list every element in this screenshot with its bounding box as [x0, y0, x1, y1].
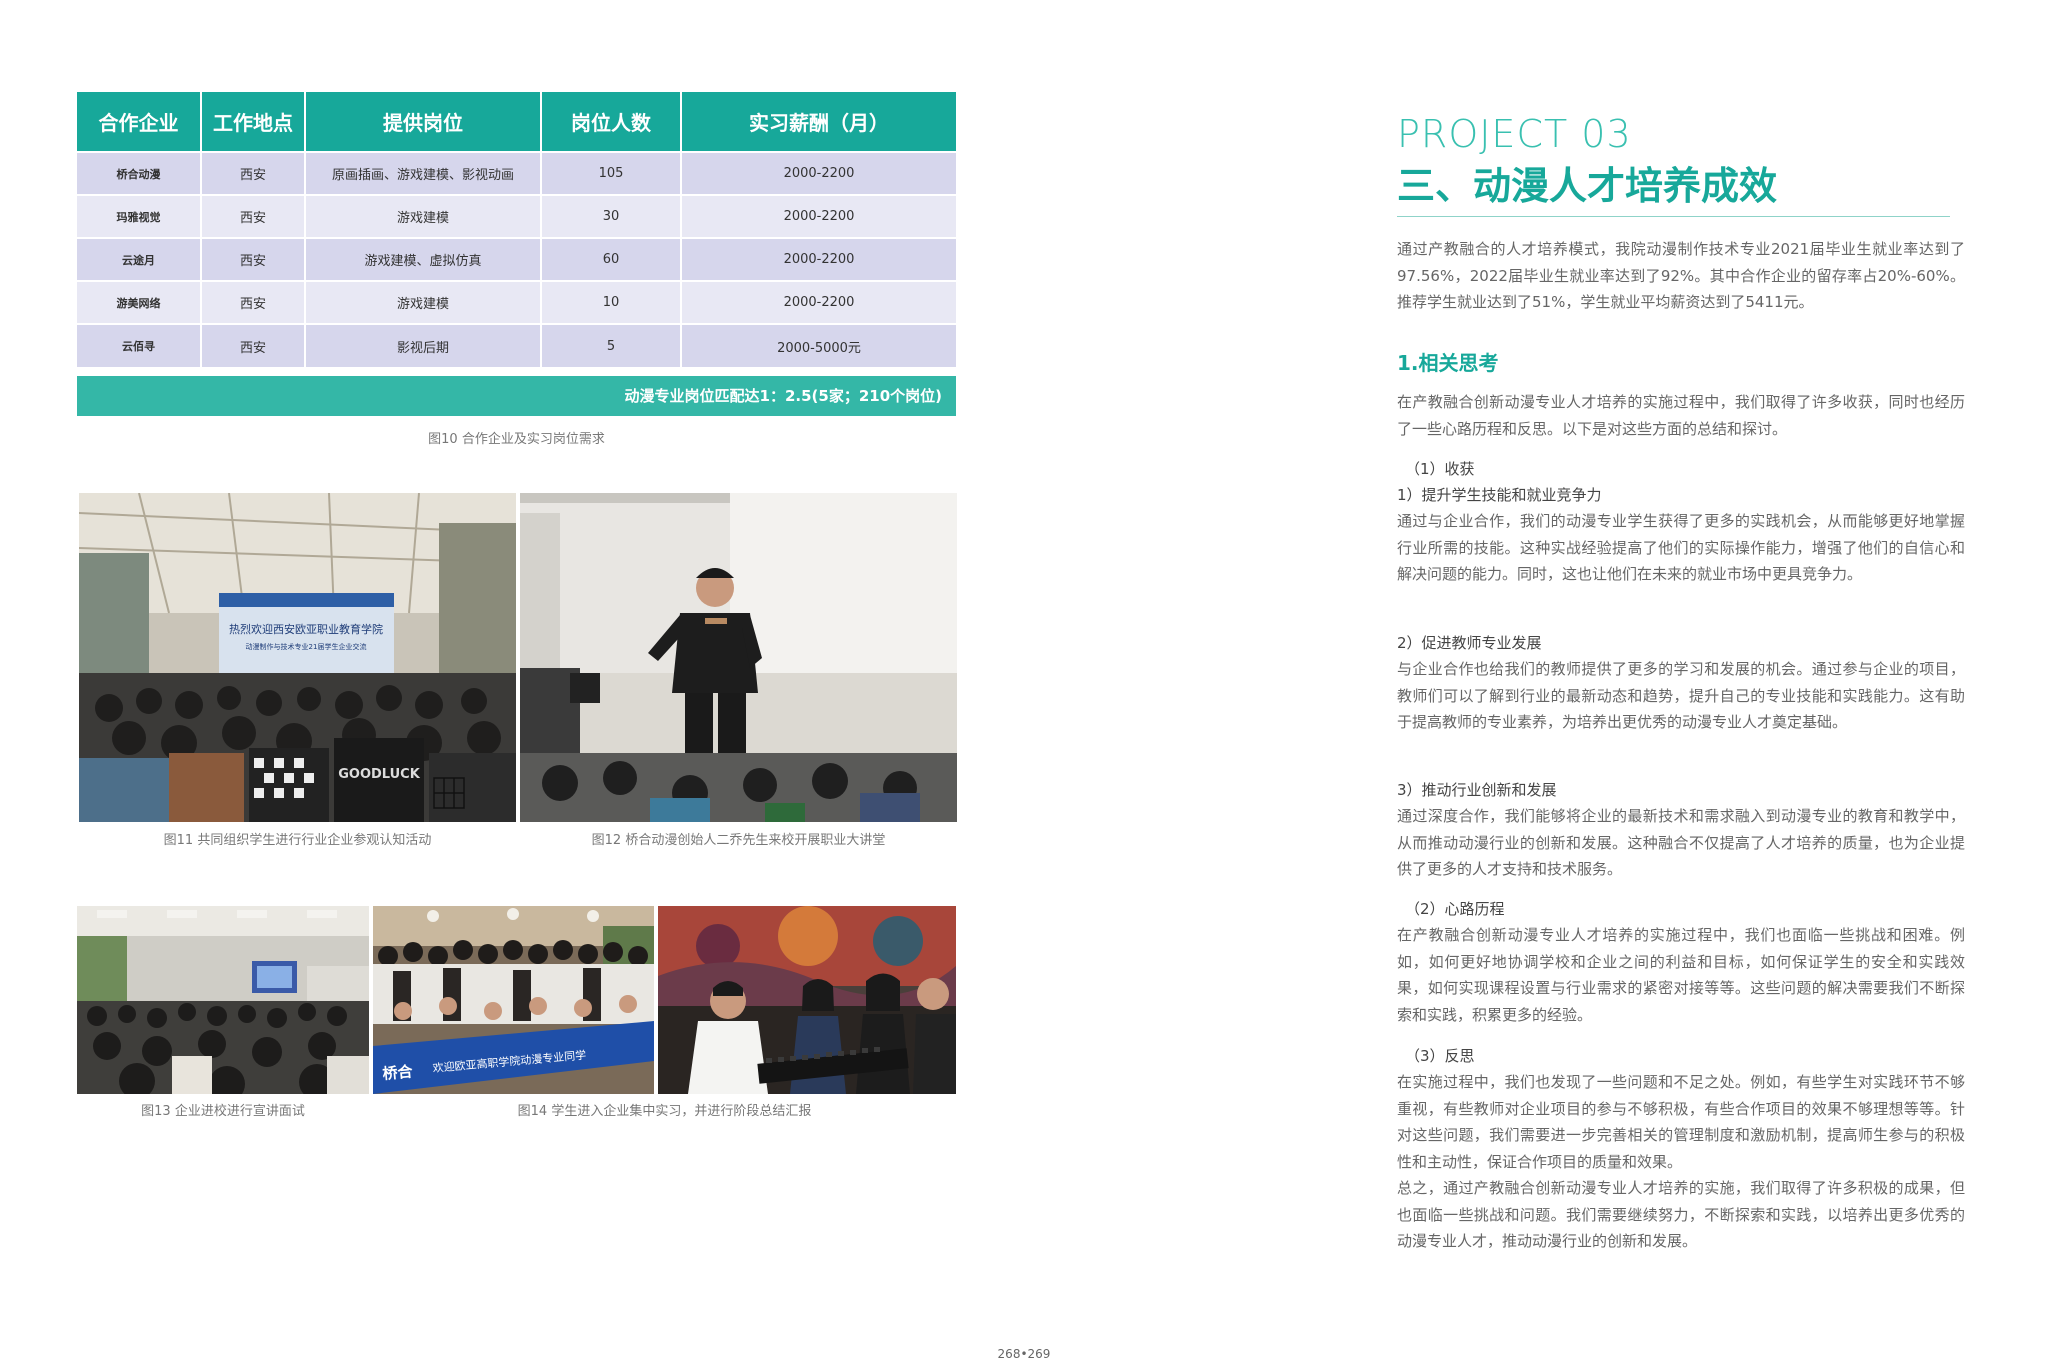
table-cell: 原画插画、游戏建模、影视动画 — [305, 151, 542, 195]
photo-banner-text: 热烈欢迎西安欧亚职业教育学院 — [229, 622, 383, 636]
table-cell: 2000-2200 — [681, 151, 956, 195]
table-row: 玛雅视觉 西安 游戏建模 30 2000-2200 — [77, 194, 956, 238]
summary-paragraph: 总之，通过产教融合创新动漫专业人才培养的实施，我们取得了许多积极的成果，但也面临… — [1397, 1179, 1965, 1250]
table-cell: 2000-2200 — [681, 194, 956, 238]
figure-caption: 图13 企业进校进行宣讲面试 — [141, 1104, 305, 1119]
figure-caption: 图14 学生进入企业集中实习，并进行阶段总结汇报 — [517, 1104, 812, 1119]
section-title: 三、动漫人才培养成效 — [1397, 164, 1778, 208]
table-cell: 西安 — [201, 280, 306, 324]
table-header-cell: 岗位人数 — [541, 92, 682, 152]
body-paragraph: 在产教融合创新动漫专业人才培养的实施过程中，我们也面临一些挑战和困难。例如，如何… — [1397, 926, 1965, 1024]
intro-paragraph: 通过产教融合的人才培养模式，我院动漫制作技术专业2021届毕业生就业率达到了97… — [1397, 240, 1965, 311]
table-header-cell: 提供岗位 — [305, 92, 542, 152]
body-paragraph: 在产教融合创新动漫专业人才培养的实施过程中，我们取得了许多收获，同时也经历了一些… — [1397, 393, 1965, 438]
body-paragraph: 通过深度合作，我们能够将企业的最新技术和需求融入到动漫专业的教育和教学中，从而推… — [1397, 807, 1965, 878]
body-paragraph: 在实施过程中，我们也发现了一些问题和不足之处。例如，有些学生对实践环节不够重视，… — [1397, 1073, 1965, 1171]
subheading-item: 3）推动行业创新和发展 — [1397, 781, 1557, 799]
table-summary-bar: 动漫专业岗位匹配达1：2.5(5家；210个岗位) — [77, 376, 956, 416]
table-row: 游美网络 西安 游戏建模 10 2000-2200 — [77, 280, 956, 324]
table-cell: 60 — [541, 237, 682, 281]
table-header-cell: 合作企业 — [77, 92, 202, 152]
photo-internship-group: 桥合 欢迎欧亚高职学院动漫专业同学 — [373, 906, 654, 1094]
figure-caption: 图11 共同组织学生进行行业企业参观认知活动 — [163, 833, 432, 848]
table-cell: 30 — [541, 194, 682, 238]
table-cell: 云途月 — [77, 237, 202, 281]
table-row: 云途月 西安 游戏建模、虚拟仿真 60 2000-2200 — [77, 237, 956, 281]
table-row: 桥合动漫 西安 原画插画、游戏建模、影视动画 105 2000-2200 — [77, 151, 956, 195]
table-cell: 105 — [541, 151, 682, 195]
project-label: PROJECT 03 — [1397, 112, 1632, 156]
table-cell: 西安 — [201, 151, 306, 195]
photo-banner-subtext: 动漫制作与技术专业21届学生企业交流 — [246, 642, 367, 651]
table-cell: 游戏建模、虚拟仿真 — [305, 237, 542, 281]
subheading-item: 1）提升学生技能和就业竞争力 — [1397, 486, 1602, 504]
photo-jacket-text: GOODLUCK — [338, 767, 420, 782]
table-cell: 5 — [541, 323, 682, 367]
table-cell: 2000-2200 — [681, 237, 956, 281]
table-cell: 2000-5000元 — [681, 323, 956, 367]
photo-banner-logo: 桥合 — [382, 1062, 414, 1083]
internship-table: 合作企业 工作地点 提供岗位 岗位人数 实习薪酬（月） 桥合动漫 西安 原画插画… — [77, 92, 956, 367]
photo-company-visit: 热烈欢迎西安欧亚职业教育学院 动漫制作与技术专业21届学生企业交流 GOODLU… — [79, 493, 516, 822]
table-cell: 云佰寻 — [77, 323, 202, 367]
page-number: 268•269 — [997, 1347, 1051, 1361]
table-cell: 游戏建模 — [305, 280, 542, 324]
title-divider — [1397, 216, 1950, 217]
table-cell: 西安 — [201, 194, 306, 238]
table-cell: 10 — [541, 280, 682, 324]
table-row: 云佰寻 西安 影视后期 5 2000-5000元 — [77, 323, 956, 367]
table-header-cell: 实习薪酬（月） — [681, 92, 956, 152]
figure-caption: 图12 桥合动漫创始人二乔先生来校开展职业大讲堂 — [591, 833, 886, 848]
table-cell: 游戏建模 — [305, 194, 542, 238]
subsection-heading: 1.相关思考 — [1397, 351, 1499, 375]
table-cell: 西安 — [201, 237, 306, 281]
table-cell: 玛雅视觉 — [77, 194, 202, 238]
table-cell: 西安 — [201, 323, 306, 367]
subheading-harvest: （1）收获 — [1405, 460, 1475, 478]
table-cell: 影视后期 — [305, 323, 542, 367]
photo-campus-recruitment — [77, 906, 369, 1094]
table-cell: 桥合动漫 — [77, 151, 202, 195]
table-header-row: 合作企业 工作地点 提供岗位 岗位人数 实习薪酬（月） — [77, 92, 956, 152]
subheading-item: 2）促进教师专业发展 — [1397, 634, 1542, 652]
figure-caption: 图10 合作企业及实习岗位需求 — [428, 432, 605, 447]
body-paragraph: 与企业合作也给我们的教师提供了更多的学习和发展的机会。通过参与企业的项目，教师们… — [1397, 660, 1965, 731]
table-cell: 游美网络 — [77, 280, 202, 324]
subheading-reflection: （3）反思 — [1405, 1047, 1475, 1065]
body-paragraph: 通过与企业合作，我们的动漫专业学生获得了更多的实践机会，从而能够更好地掌握行业所… — [1397, 512, 1965, 583]
photo-internship-work — [658, 906, 956, 1094]
photo-founder-lecture — [520, 493, 957, 822]
subheading-journey: （2）心路历程 — [1405, 900, 1505, 918]
table-cell: 2000-2200 — [681, 280, 956, 324]
table-header-cell: 工作地点 — [201, 92, 306, 152]
